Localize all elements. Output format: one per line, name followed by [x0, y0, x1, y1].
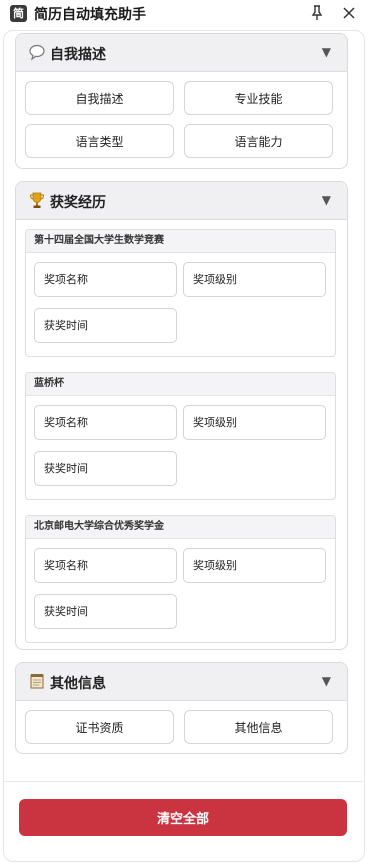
award-level-field[interactable]: 奖项级别	[183, 548, 326, 583]
award-level-field[interactable]: 奖项级别	[183, 405, 326, 440]
language-type-button[interactable]: 语言类型	[25, 124, 174, 158]
chevron-down-icon[interactable]: ▼	[322, 45, 331, 59]
section-awards: 获奖经历 ▼ 第十四届全国大学生数学竞赛 奖项名称 奖项级别 获奖时间 蓝桥杯 …	[15, 181, 348, 650]
award-date-field[interactable]: 获奖时间	[34, 308, 177, 343]
award-name: 蓝桥杯	[26, 373, 335, 396]
section-title: 获奖经历	[50, 195, 106, 211]
chevron-down-icon[interactable]: ▼	[322, 674, 331, 688]
award-title-field[interactable]: 奖项名称	[34, 405, 177, 440]
professional-skills-button[interactable]: 专业技能	[184, 81, 333, 115]
section-header-other-info[interactable]: 其他信息 ▼	[16, 663, 347, 701]
award-name: 第十四届全国大学生数学竞赛	[26, 230, 335, 253]
close-icon[interactable]	[341, 4, 357, 22]
chevron-down-icon[interactable]: ▼	[322, 193, 331, 207]
section-title: 自我描述	[50, 47, 106, 63]
award-entry: 北京邮电大学综合优秀奖学金 奖项名称 奖项级别 获奖时间	[25, 515, 336, 643]
notepad-icon	[28, 672, 46, 690]
trophy-icon	[28, 191, 46, 209]
section-header-awards[interactable]: 获奖经历 ▼	[16, 182, 347, 220]
certificates-button[interactable]: 证书资质	[25, 710, 174, 744]
award-name: 北京邮电大学综合优秀奖学金	[26, 516, 335, 539]
divider	[3, 781, 363, 782]
other-info-button[interactable]: 其他信息	[184, 710, 333, 744]
section-other-info: 其他信息 ▼ 证书资质 其他信息	[15, 662, 348, 754]
award-title-field[interactable]: 奖项名称	[34, 262, 177, 297]
self-description-button[interactable]: 自我描述	[25, 81, 174, 115]
award-date-field[interactable]: 获奖时间	[34, 594, 177, 629]
language-ability-button[interactable]: 语言能力	[184, 124, 333, 158]
pin-icon[interactable]	[309, 4, 325, 22]
speech-bubble-icon	[28, 43, 46, 61]
award-entry: 蓝桥杯 奖项名称 奖项级别 获奖时间	[25, 372, 336, 500]
app-icon: 简	[10, 5, 27, 22]
section-self-description: 自我描述 ▼ 自我描述 专业技能 语言类型 语言能力	[15, 33, 348, 169]
clear-all-button[interactable]: 清空全部	[19, 799, 347, 836]
award-date-field[interactable]: 获奖时间	[34, 451, 177, 486]
section-title: 其他信息	[50, 676, 106, 692]
app-title: 简历自动填充助手	[34, 7, 146, 23]
title-bar: 简 简历自动填充助手	[0, 0, 369, 28]
section-header-self-description[interactable]: 自我描述 ▼	[16, 34, 347, 72]
award-title-field[interactable]: 奖项名称	[34, 548, 177, 583]
award-entry: 第十四届全国大学生数学竞赛 奖项名称 奖项级别 获奖时间	[25, 229, 336, 357]
award-level-field[interactable]: 奖项级别	[183, 262, 326, 297]
